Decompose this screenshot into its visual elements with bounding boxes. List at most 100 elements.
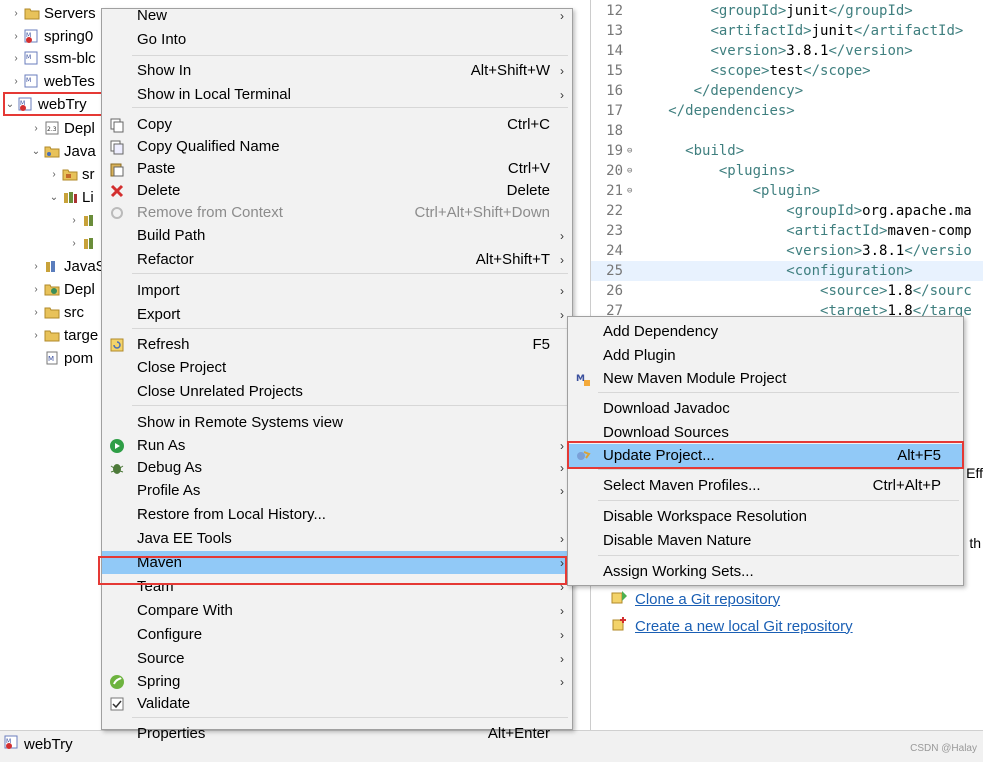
submenu-item-download-javadoc[interactable]: Download Javadoc (568, 397, 963, 420)
tree-item-webtes[interactable]: › M webTes (10, 70, 95, 92)
menu-item-properties[interactable]: Properties Alt+Enter (102, 722, 572, 745)
pom-xml-editor[interactable]: 12 <groupId>junit</groupId> 13 <artifactI… (590, 0, 983, 330)
expand-arrow-icon[interactable]: › (10, 8, 22, 19)
pom-file-icon: M (44, 351, 60, 365)
tree-item-servers[interactable]: › Servers (10, 2, 95, 24)
code-line[interactable]: 26 <source>1.8</sourc (591, 281, 983, 301)
code-line[interactable]: 21 ⊖ <plugin> (591, 181, 983, 201)
expand-arrow-icon[interactable]: › (48, 169, 60, 180)
menu-item-refresh[interactable]: Refresh F5 (102, 333, 572, 356)
expand-arrow-icon[interactable]: › (30, 307, 42, 318)
menu-item-remove-from-context[interactable]: Remove from Context Ctrl+Alt+Shift+Down (102, 201, 572, 224)
tree-item-library-2[interactable]: › (68, 232, 102, 254)
menu-item-go-into[interactable]: Go Into (102, 28, 572, 51)
menu-item-import[interactable]: Import › (102, 279, 572, 302)
expand-arrow-icon[interactable]: › (30, 261, 42, 272)
fold-toggle-icon[interactable]: ⊖ (627, 146, 637, 156)
menu-item-show-in-remote-systems-view[interactable]: Show in Remote Systems view (102, 411, 572, 434)
clone-git-repository-link[interactable]: Clone a Git repository (611, 589, 780, 609)
tree-item-src-folder[interactable]: › src (30, 301, 84, 323)
expand-arrow-icon[interactable]: › (68, 238, 80, 249)
code-line[interactable]: 16 </dependency> (591, 81, 983, 101)
tree-item-deployed-resources[interactable]: › Depl (30, 278, 95, 300)
create-git-repository-link[interactable]: Create a new local Git repository (611, 616, 853, 636)
fold-toggle-icon[interactable]: ⊖ (627, 186, 637, 196)
menu-item-maven[interactable]: Maven › (102, 551, 572, 574)
submenu-item-new-maven-module-project[interactable]: M New Maven Module Project (568, 367, 963, 390)
code-line[interactable]: 13 <artifactId>junit</artifactId> (591, 21, 983, 41)
menu-item-paste[interactable]: Paste Ctrl+V (102, 157, 572, 180)
submenu-item-assign-working-sets[interactable]: Assign Working Sets... (568, 560, 963, 583)
menu-item-label: Properties (137, 725, 206, 742)
collapse-arrow-icon[interactable]: ⌄ (48, 192, 60, 203)
menu-item-team[interactable]: Team › (102, 575, 572, 598)
maven-project-icon: M (24, 74, 40, 88)
submenu-item-update-project[interactable]: Update Project... Alt+F5 (568, 444, 963, 467)
expand-arrow-icon[interactable]: › (68, 215, 80, 226)
code-line[interactable]: 15 <scope>test</scope> (591, 61, 983, 81)
code-line[interactable]: 18 (591, 121, 983, 141)
tree-item-ssm[interactable]: › M ssm-blc (10, 47, 95, 69)
code-line[interactable]: 19 ⊖ <build> (591, 141, 983, 161)
expand-arrow-icon[interactable]: › (30, 123, 42, 134)
menu-item-delete[interactable]: Delete Delete (102, 179, 572, 202)
menu-item-build-path[interactable]: Build Path › (102, 224, 572, 247)
menu-item-export[interactable]: Export › (102, 303, 572, 326)
collapse-arrow-icon[interactable]: ⌄ (30, 146, 42, 157)
code-line[interactable]: 23 <artifactId>maven-comp (591, 221, 983, 241)
expand-arrow-icon[interactable]: › (30, 330, 42, 341)
code-line[interactable]: 20 ⊖ <plugins> (591, 161, 983, 181)
menu-item-validate[interactable]: Validate (102, 692, 572, 715)
folder-icon (44, 328, 60, 342)
menu-item-configure[interactable]: Configure › (102, 623, 572, 646)
tree-item-java-resources[interactable]: ⌄ Java (30, 140, 96, 162)
code-line[interactable]: 12 <groupId>junit</groupId> (591, 1, 983, 21)
tree-item-deployment[interactable]: › 2.3 Depl (30, 117, 95, 139)
menu-item-debug-as[interactable]: Debug As › (102, 456, 572, 479)
fold-toggle-icon[interactable]: ⊖ (627, 166, 637, 176)
code-text: <groupId>org.apache.ma (786, 203, 972, 219)
menu-item-show-in-local-terminal[interactable]: Show in Local Terminal › (102, 83, 572, 106)
submenu-item-select-maven-profiles[interactable]: Select Maven Profiles... Ctrl+Alt+P (568, 474, 963, 497)
menu-item-close-project[interactable]: Close Project (102, 356, 572, 379)
tree-item-spring[interactable]: › M spring0 (10, 25, 93, 47)
menu-item-compare-with[interactable]: Compare With › (102, 599, 572, 622)
tree-item-src[interactable]: › sr (48, 163, 94, 185)
menu-item-spring[interactable]: Spring › (102, 670, 572, 693)
menu-item-java-ee-tools[interactable]: Java EE Tools › (102, 527, 572, 550)
expand-arrow-icon[interactable]: › (10, 31, 22, 42)
submenu-item-add-dependency[interactable]: Add Dependency (568, 320, 963, 343)
menu-item-source[interactable]: Source › (102, 647, 572, 670)
tree-item-library-1[interactable]: › (68, 209, 102, 231)
submenu-item-add-plugin[interactable]: Add Plugin (568, 344, 963, 367)
code-line[interactable]: 17 </dependencies> (591, 101, 983, 121)
menu-item-show-in[interactable]: Show In Alt+Shift+W › (102, 59, 572, 82)
menu-item-label: Disable Workspace Resolution (603, 508, 807, 525)
menu-item-new[interactable]: New › (102, 4, 572, 27)
menu-item-profile-as[interactable]: Profile As › (102, 479, 572, 502)
menu-item-restore-from-local-history[interactable]: Restore from Local History... (102, 503, 572, 526)
submenu-item-disable-maven-nature[interactable]: Disable Maven Nature (568, 529, 963, 552)
clone-link-text[interactable]: Clone a Git repository (635, 591, 780, 608)
menu-item-close-unrelated-projects[interactable]: Close Unrelated Projects (102, 380, 572, 403)
code-line[interactable]: 14 <version>3.8.1</version> (591, 41, 983, 61)
tree-item-pom[interactable]: M pom (30, 347, 93, 369)
tree-item-target[interactable]: › targe (30, 324, 98, 346)
menu-item-run-as[interactable]: Run As › (102, 434, 572, 457)
tree-item-libraries[interactable]: ⌄ Li (48, 186, 94, 208)
menu-item-copy-qualified-name[interactable]: Copy Qualified Name (102, 135, 572, 158)
submenu-arrow-icon: › (560, 603, 564, 618)
menu-item-label: Refactor (137, 251, 194, 268)
tree-item-javascript-resources[interactable]: › JavaS (30, 255, 105, 277)
submenu-item-disable-workspace-resolution[interactable]: Disable Workspace Resolution (568, 505, 963, 528)
menu-item-refactor[interactable]: Refactor Alt+Shift+T › (102, 248, 572, 271)
create-link-text[interactable]: Create a new local Git repository (635, 618, 853, 635)
expand-arrow-icon[interactable]: › (10, 53, 22, 64)
code-line[interactable]: 22 <groupId>org.apache.ma (591, 201, 983, 221)
submenu-item-download-sources[interactable]: Download Sources (568, 421, 963, 444)
expand-arrow-icon[interactable]: › (10, 76, 22, 87)
menu-item-copy[interactable]: Copy Ctrl+C (102, 113, 572, 136)
code-line[interactable]: 24 <version>3.8.1</versio (591, 241, 983, 261)
code-line[interactable]: 25 <configuration> (591, 261, 983, 281)
expand-arrow-icon[interactable]: › (30, 284, 42, 295)
